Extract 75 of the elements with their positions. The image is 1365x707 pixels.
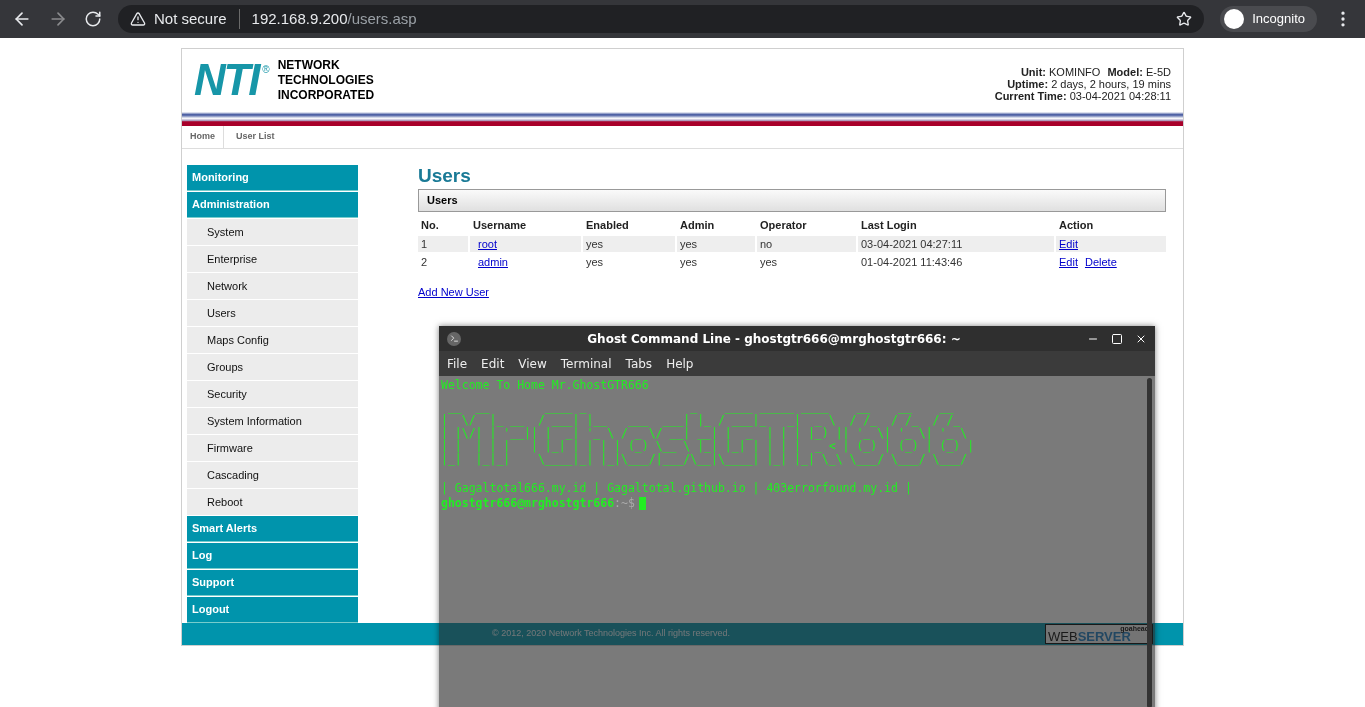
sidebar-section[interactable]: Administration [187,191,358,218]
sidebar-item[interactable]: Cascading [187,461,358,488]
ascii-art-text: __ __ ____ _ _ ____ _____ ____ __ __ __ | \/ |_ __ / ___| |__ ___ ___| |_ / ___|_ _| _ \ / /_ / /_ / /_ | |\/| | '__|| | _| '_ \ / _ \/ __| __| | _ | | | |_) || '_ \| '_ \| '_ \ | | | | | | |_| | | | | (_) \__ \ |_| |_| | | | | _ < | (_) | (_) | (_) | |_| |_|_| \____|_| |_|\___/|___/\__|\____| |_| |_| \_\ \___/ \___/ \___/ [441,401,976,466]
column-header: Last Login [860,217,918,233]
menu-item[interactable]: Tabs [625,354,653,373]
action-link[interactable]: Delete [1084,253,1117,271]
terminal-app-icon [447,331,461,346]
username-link[interactable]: admin [478,253,508,271]
column-header: Operator [759,217,808,233]
company-name: INCORPORATED [277,87,375,103]
sidebar-item[interactable]: Groups [187,353,358,380]
sidebar-item[interactable]: System Information [187,407,358,434]
page-title: Users [418,164,472,187]
cursor-block [638,497,646,510]
address-bar[interactable]: Not secure 192.168.9.200/users.asp [118,5,1205,33]
reload-icon[interactable] [84,10,102,28]
menu-item[interactable]: Help [666,354,694,373]
terminal-title: Ghost Command Line - ghostgtr666@mrghostgtr666: ~ [586,330,962,348]
sidebar-item[interactable]: Firmware [187,434,358,461]
table-cell-text: 2 [420,254,429,270]
sidebar-item[interactable]: Reboot [187,488,358,515]
terminal-line: | Gagaltotal666.my.id | Gagaltotal.github.io | 403errorfound.my.id | [441,481,913,496]
company-name: TECHNOLOGIES [277,72,375,88]
status-line: Uptime: 2 days, 2 hours, 19 mins [1007,78,1171,91]
bookmark-star-icon[interactable] [1176,11,1193,27]
table-cell-text: yes [585,254,605,270]
url-text: 192.168.9.200/users.asp [251,8,417,29]
sidebar-section[interactable]: Logout [187,596,358,623]
add-user-link[interactable]: Add New User [418,283,489,301]
copyright-text: © 2012, 2020 Network Technologies Inc. All rights reserved. [492,627,731,641]
breadcrumb[interactable]: Home [182,125,224,148]
sidebar-item[interactable]: System [187,218,358,245]
terminal-line: Welcome To Home Mr.GhostGTR666 [441,378,650,393]
sidebar-section[interactable]: Smart Alerts [187,515,358,542]
menu-item[interactable]: File [447,354,468,373]
sidebar-section[interactable]: Log [187,542,358,569]
logo-mark: NTI [194,58,259,103]
sidebar-item[interactable]: Enterprise [187,245,358,272]
maximize-icon[interactable] [1111,332,1123,345]
column-header: Admin [679,217,716,233]
action-link[interactable]: Edit [1059,253,1078,271]
table-cell: no [757,235,856,252]
table-cell: yes [583,235,675,252]
table-cell-text: yes [679,254,699,270]
sidebar-item[interactable]: Network [187,272,358,299]
security-label: Not secure [154,8,227,29]
status-line: Current Time: 03-04-2021 04:28:11 [994,90,1171,103]
table-caption: Users [418,188,1166,212]
warning-icon [130,11,146,27]
prompt-path: :~$ [614,496,635,511]
table-cell-text: 01-04-2021 11:43:46 [860,254,964,270]
sidebar-item[interactable]: Security [187,380,358,407]
table-cell: 1 [418,235,468,252]
menu-item[interactable]: Edit [481,354,505,373]
breadcrumb[interactable]: User List [224,130,287,144]
company-name: NETWORK [277,57,341,73]
username-link[interactable]: root [478,235,497,253]
column-header: No. [420,217,440,233]
column-header: Action [1058,217,1095,233]
table-cell: 03-04-2021 04:27:11 [858,235,1054,252]
registered-mark: ® [262,62,270,77]
table-cell-text: yes [759,254,779,270]
column-header: Username [472,217,528,233]
sidebar-section[interactable]: Support [187,569,358,596]
menu-item[interactable]: Terminal [560,354,612,373]
sidebar-item[interactable]: Maps Config [187,326,358,353]
action-link[interactable]: Edit [1059,235,1078,253]
prompt-user: ghostgtr666@mrghostgtr666 [441,496,615,511]
profile-chip[interactable]: Incognito [1220,6,1317,32]
table-cell: yes [677,235,755,252]
menu-item[interactable]: View [518,354,547,373]
status-line: Unit: KOMINFO Model: E-5D [1020,66,1171,79]
column-header: Enabled [585,217,630,233]
sidebar-item[interactable]: Users [187,299,358,326]
sidebar-section[interactable]: Monitoring [187,164,358,191]
